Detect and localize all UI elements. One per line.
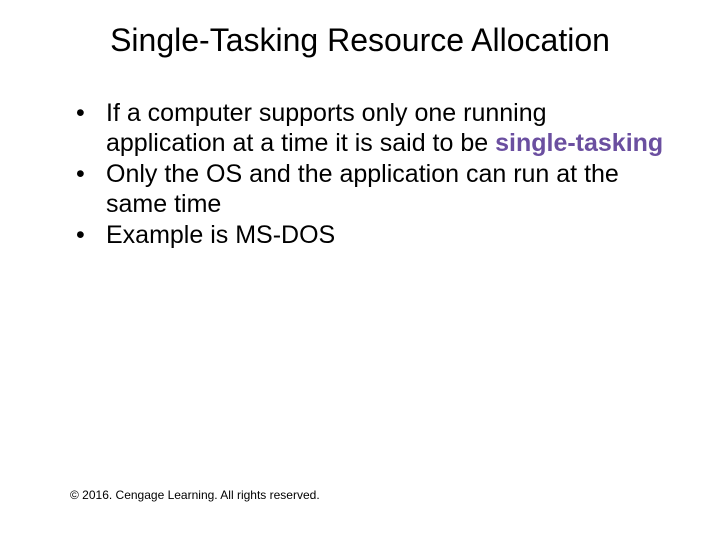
slide: Single-Tasking Resource Allocation If a … [0,0,720,540]
key-term: single-tasking [495,129,663,157]
list-item: Only the OS and the application can run … [70,160,670,219]
bullet-list: If a computer supports only one running … [40,99,680,251]
bullet-text: If a computer supports only one running … [106,99,547,157]
list-item: Example is MS-DOS [70,221,670,251]
slide-title: Single-Tasking Resource Allocation [40,22,680,59]
list-item: If a computer supports only one running … [70,99,670,158]
bullet-text: Example is MS-DOS [106,221,335,249]
copyright-footer: © 2016. Cengage Learning. All rights res… [70,488,320,502]
bullet-text: Only the OS and the application can run … [106,160,619,218]
